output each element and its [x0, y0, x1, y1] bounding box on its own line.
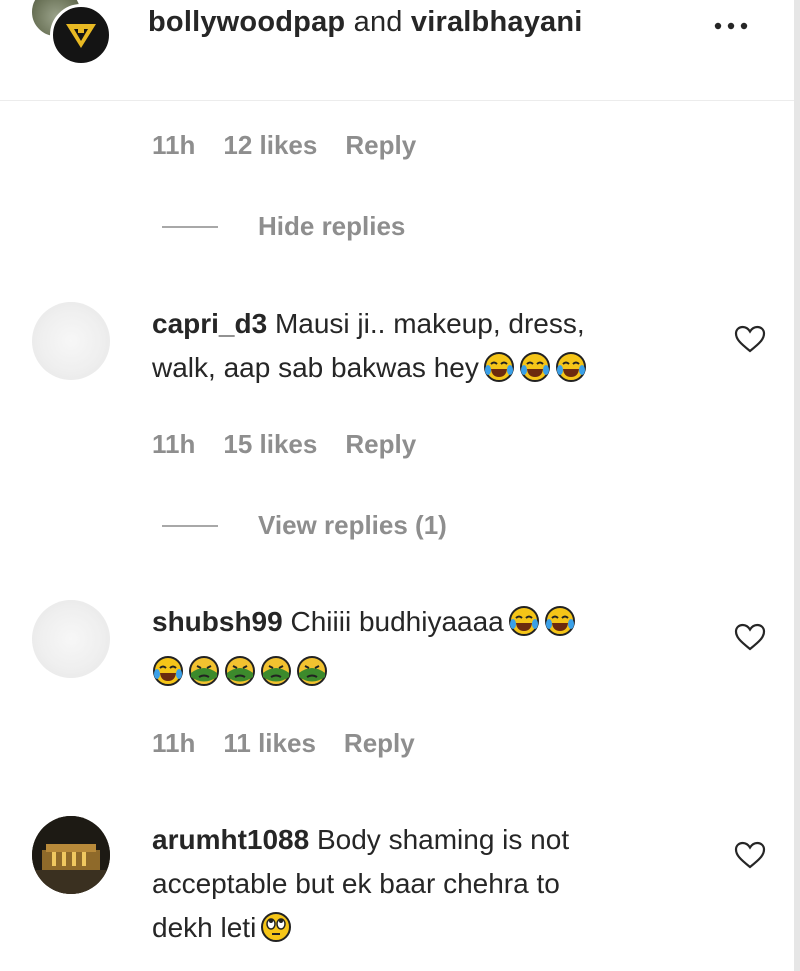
- comment-username[interactable]: arumht1088: [152, 824, 309, 855]
- divider: [162, 225, 218, 228]
- comment-body: walk, aap sab bakwas hey: [152, 352, 479, 383]
- scrollbar-track[interactable]: [794, 0, 800, 971]
- header-avatars[interactable]: [30, 0, 114, 70]
- brand-logo-icon: [66, 24, 96, 48]
- avatar[interactable]: [32, 816, 110, 894]
- comment-meta: 11h 11 likes Reply: [152, 728, 415, 759]
- comment-time: 11h: [152, 130, 196, 160]
- comment-likes[interactable]: 11 likes: [223, 728, 316, 759]
- comment-time: 11h: [152, 728, 196, 758]
- comment-likes[interactable]: 15 likes: [223, 429, 317, 460]
- comment-body: Body shaming is not: [316, 824, 570, 855]
- comment-meta: 11h 12 likes Reply: [152, 130, 416, 161]
- hide-replies-button[interactable]: Hide replies: [162, 211, 405, 242]
- more-horizontal-icon[interactable]: [712, 16, 752, 36]
- header-usernames: bollywoodpap and viralbhayani: [148, 6, 583, 39]
- comment-likes[interactable]: 12 likes: [223, 130, 317, 161]
- reply-button[interactable]: Reply: [345, 429, 416, 460]
- username-link[interactable]: bollywoodpap: [148, 6, 345, 38]
- comment-body: Chiiii budhiyaaaa: [290, 606, 504, 637]
- tears-of-joy-emoji: [508, 605, 540, 650]
- rolling-eyes-emoji: [260, 911, 292, 956]
- comment-meta: 11h 15 likes Reply: [152, 429, 416, 460]
- comment-body: acceptable but ek baar chehra to: [152, 868, 560, 899]
- nauseated-face-emoji: [260, 655, 292, 700]
- heart-outline-icon[interactable]: [734, 324, 766, 354]
- nauseated-face-emoji: [224, 655, 256, 700]
- avatar[interactable]: [50, 4, 112, 66]
- comment-body: Mausi ji.. makeup, dress,: [274, 308, 585, 339]
- comment-body: dekh leti: [152, 912, 257, 943]
- tears-of-joy-emoji: [483, 351, 515, 396]
- avatar-photo: [32, 816, 110, 894]
- comment-username[interactable]: capri_d3: [152, 308, 267, 339]
- comment-username[interactable]: shubsh99: [152, 606, 283, 637]
- comment-text: capri_d3 Mausi ji.. makeup, dress, walk,…: [152, 302, 712, 396]
- heart-outline-icon[interactable]: [734, 840, 766, 870]
- nauseated-face-emoji: [188, 655, 220, 700]
- divider: [162, 524, 218, 527]
- avatar[interactable]: [32, 600, 110, 678]
- tears-of-joy-emoji: [152, 655, 184, 700]
- tears-of-joy-emoji: [555, 351, 587, 396]
- comment-text: shubsh99 Chiiii budhiyaaaa: [152, 600, 712, 700]
- view-replies-label: View replies (1): [258, 510, 447, 540]
- username-link[interactable]: viralbhayani: [411, 6, 583, 38]
- and-text: and: [353, 6, 403, 38]
- hide-replies-label: Hide replies: [258, 211, 406, 241]
- comments-panel: bollywoodpap and viralbhayani 11h 12 lik…: [0, 0, 800, 971]
- reply-button[interactable]: Reply: [345, 130, 416, 161]
- nauseated-face-emoji: [296, 655, 328, 700]
- comment-time: 11h: [152, 429, 196, 459]
- view-replies-button[interactable]: View replies (1): [162, 510, 447, 541]
- tears-of-joy-emoji: [544, 605, 576, 650]
- comment-text: arumht1088 Body shaming is not acceptabl…: [152, 818, 712, 956]
- avatar[interactable]: [32, 302, 110, 380]
- heart-outline-icon[interactable]: [734, 622, 766, 652]
- reply-button[interactable]: Reply: [344, 728, 415, 759]
- tears-of-joy-emoji: [519, 351, 551, 396]
- post-header: bollywoodpap and viralbhayani: [0, 0, 794, 101]
